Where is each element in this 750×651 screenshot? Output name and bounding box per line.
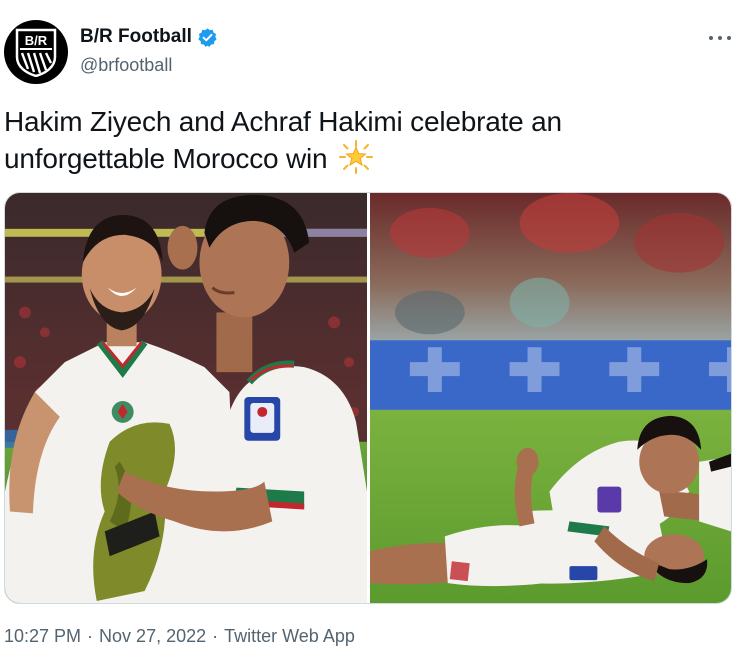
media-grid xyxy=(4,192,732,604)
meta-separator: · xyxy=(87,626,94,646)
account-handle[interactable]: @brfootball xyxy=(80,55,172,76)
dot xyxy=(709,36,713,40)
photo-players-lying-on-pitch[interactable] xyxy=(370,193,731,603)
photo-players-celebrating-standing[interactable] xyxy=(5,193,367,603)
tweet-date[interactable]: Nov 27, 2022 xyxy=(99,626,206,646)
avatar[interactable]: B/R xyxy=(4,20,68,84)
author-name-row[interactable]: B/R Football xyxy=(80,26,218,48)
display-name[interactable]: B/R Football xyxy=(80,26,192,48)
tweet-meta: 10:27 PM · Nov 27, 2022 · Twitter Web App xyxy=(4,626,355,647)
tweet-time[interactable]: 10:27 PM xyxy=(4,626,81,646)
meta-separator: · xyxy=(212,626,219,646)
more-options-icon[interactable] xyxy=(706,28,734,48)
dot xyxy=(718,36,722,40)
tweet-text: Hakim Ziyech and Achraf Hakimi celebrate… xyxy=(4,106,562,174)
tweet-text-container: Hakim Ziyech and Achraf Hakimi celebrate… xyxy=(4,104,724,183)
avatar-text: B/R xyxy=(25,33,48,48)
glowing-star-emoji xyxy=(339,140,373,183)
br-shield-logo: B/R xyxy=(15,28,57,77)
tweet-source[interactable]: Twitter Web App xyxy=(224,626,355,646)
verified-badge-icon xyxy=(198,27,217,47)
dot xyxy=(727,36,731,40)
